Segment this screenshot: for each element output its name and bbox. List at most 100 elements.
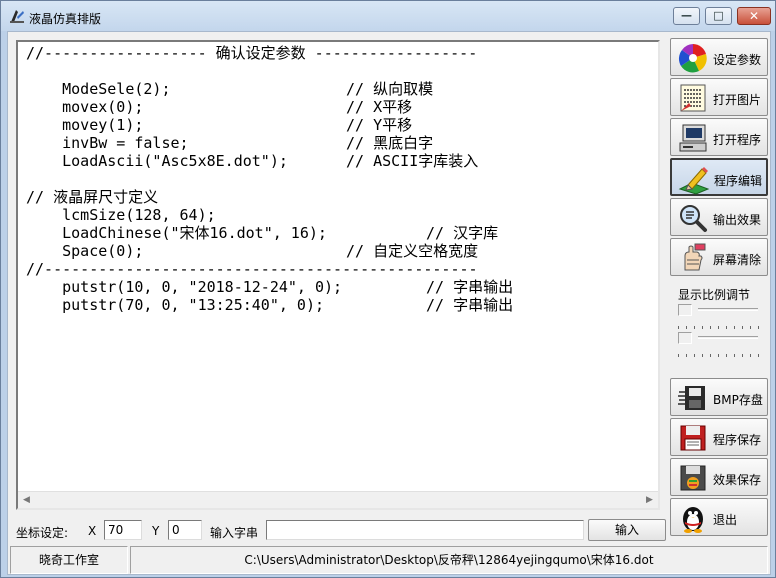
code-line: putstr(70, 0, "13:25:40", 0); // 字串输出 <box>26 296 646 314</box>
code-line: Space(0); // 自定义空格宽度 <box>26 242 646 260</box>
maximize-button[interactable]: □ <box>705 7 732 25</box>
maximize-icon: □ <box>713 9 724 22</box>
input-string-field[interactable] <box>266 520 584 540</box>
code-comment: // 字串输出 <box>426 278 514 296</box>
scroll-left-icon[interactable]: ◀ <box>18 492 35 509</box>
code-part: //------------------ 确认设定参数 ------------… <box>26 44 478 62</box>
color-wheel-icon <box>678 44 707 73</box>
zoom-slider-x[interactable] <box>678 304 762 334</box>
code-part: ModeSele(2); <box>26 80 171 98</box>
zoom-slider-y[interactable] <box>678 332 762 362</box>
bmp-save-button[interactable]: BMP存盘 <box>670 378 768 416</box>
minimize-button[interactable]: — <box>673 7 700 25</box>
x-label: X <box>88 524 97 538</box>
magnifier-icon <box>680 205 707 232</box>
code-part: invBw = false; <box>26 134 189 152</box>
apple-floppy-icon <box>680 465 706 491</box>
zoom-slider-track[interactable] <box>698 336 758 339</box>
code-part: putstr(70, 0, "13:25:40", 0); <box>26 296 325 314</box>
zoom-slider-box <box>678 304 692 316</box>
main-window: 液晶仿真排版 — □ ✕ //------------------ 确认设定参数… <box>0 0 776 578</box>
code-comment: // 纵向取模 <box>346 80 434 98</box>
close-button[interactable]: ✕ <box>737 7 771 25</box>
code-part: LoadAscii("Asc5x8E.dot"); <box>26 152 288 170</box>
input-button[interactable]: 输入 <box>588 519 666 541</box>
code-line: LoadChinese("宋体16.dot", 16); // 汉字库 <box>26 224 646 242</box>
y-coord-input[interactable]: 0 <box>168 520 202 540</box>
clear-screen-label: 屏幕清除 <box>713 253 762 267</box>
code-comment: // 汉字库 <box>426 224 499 242</box>
edit-program-button[interactable]: 程序编辑 <box>670 158 768 196</box>
scroll-right-icon[interactable]: ▶ <box>641 492 658 509</box>
output-effect-button[interactable]: 输出效果 <box>670 198 768 236</box>
floppy-icon <box>680 425 706 451</box>
code-line: invBw = false; // 黑底白字 <box>26 134 646 152</box>
input-bar: 坐标设定: X 70 Y 0 输入字串 输入 <box>8 518 770 542</box>
code-line: movex(0); // X平移 <box>26 98 646 116</box>
clear-screen-button[interactable]: 屏幕清除 <box>670 238 768 276</box>
open-image-button[interactable]: 打开图片 <box>670 78 768 116</box>
sidebar: 设定参数 打开图片 打开程序 程序编辑 输出效果 屏幕清除 显示比例调节 BMP… <box>670 38 768 536</box>
code-line: lcmSize(128, 64); <box>26 206 646 224</box>
x-coord-input[interactable]: 70 <box>104 520 142 540</box>
code-line: movey(1); // Y平移 <box>26 116 646 134</box>
output-effect-label: 输出效果 <box>713 213 762 227</box>
zoom-title: 显示比例调节 <box>678 288 751 302</box>
zoom-slider-track[interactable] <box>698 308 758 311</box>
program-save-label: 程序保存 <box>713 433 762 447</box>
code-part: lcmSize(128, 64); <box>26 206 216 224</box>
client-area: //------------------ 确认设定参数 ------------… <box>7 31 771 575</box>
code-line: //--------------------------------------… <box>26 260 646 278</box>
open-program-button[interactable]: 打开程序 <box>670 118 768 156</box>
code-comment: // 黑底白字 <box>346 134 434 152</box>
effect-save-label: 效果保存 <box>713 473 762 487</box>
code-part: Space(0); <box>26 242 144 260</box>
zoom-slider-ticks <box>678 326 762 329</box>
code-comment: // X平移 <box>346 98 413 116</box>
app-icon <box>10 10 24 23</box>
edit-program-label: 程序编辑 <box>714 174 763 188</box>
minimize-icon: — <box>681 9 692 22</box>
code-comment: // 字串输出 <box>426 296 514 314</box>
code-part: putstr(10, 0, "2018-12-24", 0); <box>26 278 343 296</box>
eraser-hand-icon <box>684 243 706 271</box>
studio-panel: 晓奇工作室 <box>10 546 128 574</box>
horizontal-scrollbar[interactable]: ◀ ▶ <box>18 491 658 508</box>
window-title: 液晶仿真排版 <box>29 12 102 26</box>
y-label: Y <box>152 524 160 538</box>
set-params-label: 设定参数 <box>713 53 762 67</box>
code-part: LoadChinese("宋体16.dot", 16); <box>26 224 327 242</box>
set-params-button[interactable]: 设定参数 <box>670 38 768 76</box>
edit-pencil-icon <box>678 167 710 195</box>
code-comment: // ASCII字库装入 <box>346 152 479 170</box>
code-line: // 液晶屏尺寸定义 <box>26 188 646 206</box>
code-text[interactable]: //------------------ 确认设定参数 ------------… <box>26 44 646 484</box>
code-part: movey(1); <box>26 116 144 134</box>
status-bar: 晓奇工作室 C:\Users\Administrator\Desktop\反帝秤… <box>8 546 770 574</box>
zoom-slider-ticks <box>678 354 762 357</box>
open-image-label: 打开图片 <box>713 93 762 107</box>
program-save-button[interactable]: 程序保存 <box>670 418 768 456</box>
close-icon: ✕ <box>748 9 760 23</box>
computer-icon <box>679 124 707 152</box>
code-part: // 液晶屏尺寸定义 <box>26 188 159 206</box>
title-bar[interactable]: 液晶仿真排版 — □ ✕ <box>1 1 775 31</box>
effect-save-button[interactable]: 效果保存 <box>670 458 768 496</box>
code-editor[interactable]: //------------------ 确认设定参数 ------------… <box>16 40 660 510</box>
code-line: ModeSele(2); // 纵向取模 <box>26 80 646 98</box>
bmp-save-label: BMP存盘 <box>713 393 763 407</box>
coord-label: 坐标设定: <box>16 526 69 540</box>
code-comment: // 自定义空格宽度 <box>346 242 479 260</box>
code-line: LoadAscii("Asc5x8E.dot"); // ASCII字库装入 <box>26 152 646 170</box>
binary-image-icon <box>680 84 706 112</box>
bmp-save-icon <box>678 386 705 410</box>
code-part: //--------------------------------------… <box>26 260 478 278</box>
file-path-panel: C:\Users\Administrator\Desktop\反帝秤\12864… <box>130 546 768 574</box>
input-string-label: 输入字串 <box>210 526 259 540</box>
code-part: movex(0); <box>26 98 144 116</box>
code-line: putstr(10, 0, "2018-12-24", 0); // 字串输出 <box>26 278 646 296</box>
open-program-label: 打开程序 <box>713 133 762 147</box>
zoom-slider-box <box>678 332 692 344</box>
